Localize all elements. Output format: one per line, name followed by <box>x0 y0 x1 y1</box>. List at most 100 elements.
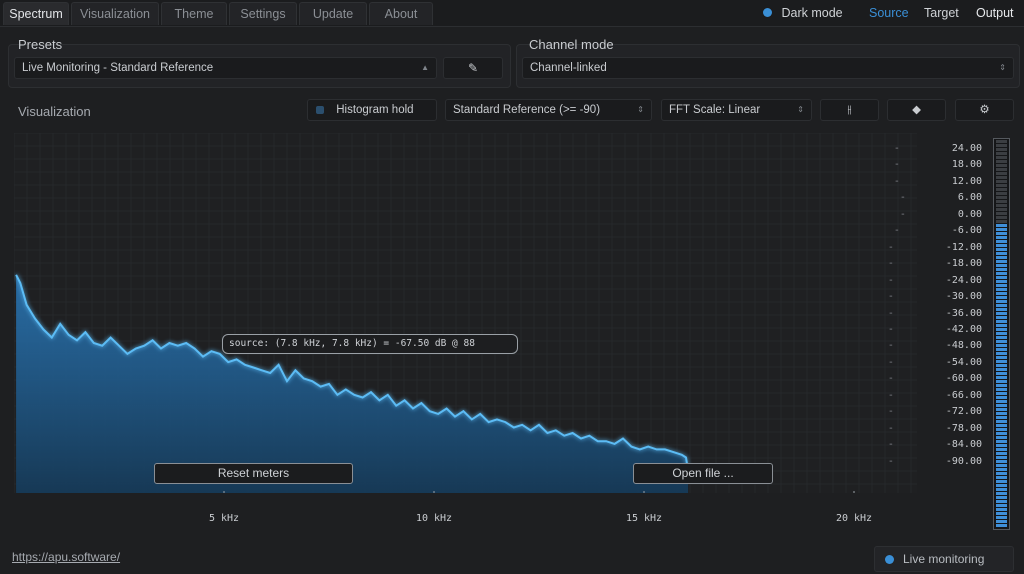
output-button[interactable]: Output <box>976 0 1014 27</box>
y-tick-text: -6.00 <box>951 225 982 237</box>
y-tick-mark: - <box>887 422 894 434</box>
spectrum-plot[interactable] <box>13 132 917 493</box>
y-tick-label: - -72.00 <box>888 406 982 417</box>
meter-segment <box>996 452 1007 455</box>
meter-segment <box>996 164 1007 167</box>
meter-segment <box>996 200 1007 203</box>
dark-mode-toggle[interactable]: Dark mode <box>763 0 843 27</box>
meter-segment <box>996 412 1007 415</box>
source-button[interactable]: Source <box>869 0 909 27</box>
settings-button[interactable]: ⚙ <box>955 99 1014 121</box>
toggle-indicator-icon <box>763 8 772 17</box>
visualization-title: Visualization <box>18 104 91 119</box>
meter-segment <box>996 456 1007 459</box>
y-tick-label: - -48.00 <box>888 340 982 351</box>
meter-segment <box>996 416 1007 419</box>
tab-theme[interactable]: Theme <box>161 2 227 25</box>
meter-segment <box>996 232 1007 235</box>
waveform-button[interactable]: ⫲ <box>820 99 879 121</box>
meter-segment <box>996 196 1007 199</box>
reference-select[interactable]: Standard Reference (>= -90) ⇕ <box>445 99 652 121</box>
meter-segment <box>996 476 1007 479</box>
edit-preset-button[interactable]: ✎ <box>443 57 503 79</box>
website-link[interactable]: https://apu.software/ <box>12 550 120 564</box>
x-tick-label: 10 kHz <box>415 513 453 524</box>
meter-segment <box>996 264 1007 267</box>
cursor-readout: source: (7.8 kHz, 7.8 kHz) = -67.50 dB @… <box>222 334 518 354</box>
histogram-hold-toggle[interactable]: Histogram hold <box>307 99 437 121</box>
y-tick-mark: - <box>887 323 894 335</box>
meter-segment <box>996 524 1007 527</box>
meter-segment <box>996 168 1007 171</box>
meter-segment <box>996 520 1007 523</box>
target-button[interactable]: Target <box>924 0 959 27</box>
y-tick-label: - -24.00 <box>888 275 982 286</box>
y-tick-label: - -42.00 <box>888 324 982 335</box>
fft-scale-selected: FFT Scale: Linear <box>669 104 761 116</box>
y-tick-text: -66.00 <box>945 389 982 401</box>
y-tick-text: -12.00 <box>945 241 982 253</box>
live-monitoring-toggle[interactable]: Live monitoring <box>874 546 1014 572</box>
y-tick-mark: - <box>887 307 894 319</box>
meter-segment <box>996 204 1007 207</box>
tab-spectrum[interactable]: Spectrum <box>3 2 69 25</box>
y-tick-label: - 0.00 <box>900 209 982 220</box>
y-tick-label: - 12.00 <box>894 176 982 187</box>
meter-segment <box>996 392 1007 395</box>
y-tick-mark: - <box>893 175 900 187</box>
meter-segment <box>996 388 1007 391</box>
y-tick-text: 18.00 <box>951 159 982 171</box>
meter-segment <box>996 292 1007 295</box>
presets-select[interactable]: Live Monitoring - Standard Reference ▲ <box>14 57 437 79</box>
fft-scale-select[interactable]: FFT Scale: Linear ⇕ <box>661 99 812 121</box>
meter-segment <box>996 208 1007 211</box>
meter-segment <box>996 212 1007 215</box>
y-tick-text: -36.00 <box>945 307 982 319</box>
y-tick-label: - 24.00 <box>894 143 982 154</box>
meter-segment <box>996 172 1007 175</box>
y-tick-text: -54.00 <box>945 356 982 368</box>
y-tick-mark: - <box>887 439 894 451</box>
tab-update[interactable]: Update <box>299 2 367 25</box>
channel-mode-select[interactable]: Channel-linked ⇕ <box>522 57 1014 79</box>
x-tick-label: 20 kHz <box>835 513 873 524</box>
y-tick-mark: - <box>887 291 894 303</box>
meter-segment <box>996 224 1007 227</box>
meter-segment <box>996 148 1007 151</box>
tab-visualization[interactable]: Visualization <box>71 2 159 25</box>
reference-selected: Standard Reference (>= -90) <box>453 104 601 116</box>
meter-segment <box>996 396 1007 399</box>
meter-segment <box>996 488 1007 491</box>
meter-segment <box>996 236 1007 239</box>
meter-segment <box>996 328 1007 331</box>
meter-segment <box>996 220 1007 223</box>
meter-segment <box>996 144 1007 147</box>
y-tick-label: - -84.00 <box>888 439 982 450</box>
live-monitoring-label: Live monitoring <box>903 552 985 566</box>
meter-segment <box>996 268 1007 271</box>
tab-settings[interactable]: Settings <box>229 2 297 25</box>
meter-segment <box>996 512 1007 515</box>
meter-segment <box>996 176 1007 179</box>
y-tick-label: - 18.00 <box>894 159 982 171</box>
meter-segment <box>996 348 1007 351</box>
meter-segment <box>996 360 1007 363</box>
meter-segment <box>996 504 1007 507</box>
y-tick-mark: - <box>899 208 906 220</box>
meter-segment <box>996 480 1007 483</box>
meter-segment <box>996 308 1007 311</box>
y-tick-label: - -30.00 <box>888 291 982 302</box>
reset-meters-button[interactable]: Reset meters <box>154 463 353 484</box>
updown-arrows-icon: ⇕ <box>797 105 804 114</box>
meter-segment <box>996 364 1007 367</box>
tab-about[interactable]: About <box>369 2 433 25</box>
y-tick-text: -90.00 <box>945 455 982 467</box>
layers-button[interactable]: ◆ <box>887 99 946 121</box>
meter-segment <box>996 288 1007 291</box>
waveform-icon: ⫲ <box>847 104 852 116</box>
y-tick-text: -18.00 <box>945 258 982 270</box>
open-file-button[interactable]: Open file ... <box>633 463 773 484</box>
top-bar: Spectrum Visualization Theme Settings Up… <box>0 0 1024 27</box>
meter-segment <box>996 216 1007 219</box>
meter-segment <box>996 428 1007 431</box>
